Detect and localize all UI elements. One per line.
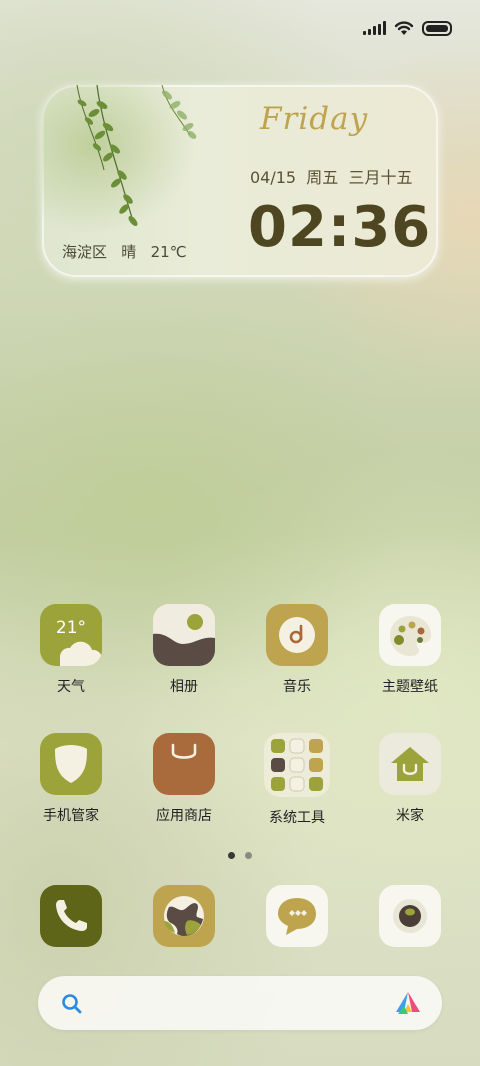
search-icon[interactable] <box>60 992 84 1016</box>
dock-camera[interactable] <box>360 885 460 947</box>
status-bar <box>363 20 452 36</box>
app-music[interactable]: 音乐 <box>247 604 347 696</box>
dock-phone[interactable] <box>21 885 121 947</box>
app-mihome[interactable]: 米家 <box>360 733 460 825</box>
app-label: 手机管家 <box>43 808 99 824</box>
page-dot <box>245 852 252 859</box>
music-icon <box>266 604 328 666</box>
app-label: 主题壁纸 <box>382 679 438 695</box>
browser-icon <box>153 885 215 947</box>
app-label: 系统工具 <box>269 810 325 826</box>
dock-browser[interactable] <box>134 885 234 947</box>
app-gallery[interactable]: 相册 <box>134 604 234 696</box>
app-label: 米家 <box>396 808 424 824</box>
phone-icon <box>40 885 102 947</box>
folder-icon <box>264 733 330 797</box>
weather-icon: 21° <box>40 604 102 666</box>
page-dot-active <box>228 852 235 859</box>
app-weather[interactable]: 21° 天气 <box>21 604 121 696</box>
app-store[interactable]: 应用商店 <box>134 733 234 825</box>
leaves-illustration <box>42 85 212 235</box>
shield-icon <box>40 733 102 795</box>
camera-icon <box>379 885 441 947</box>
app-label: 天气 <box>57 679 85 695</box>
gallery-icon <box>153 604 215 666</box>
date-label: 04/15 周五 三月十五 <box>250 168 413 187</box>
app-folder-tools[interactable]: 系统工具 <box>247 733 347 827</box>
store-bag-icon <box>153 733 215 795</box>
messages-icon <box>266 885 328 947</box>
palette-icon <box>379 604 441 666</box>
signal-icon <box>363 21 386 35</box>
weekday-label: Friday <box>260 101 369 137</box>
page-indicator <box>228 852 252 859</box>
search-bar[interactable] <box>38 976 442 1030</box>
app-security[interactable]: 手机管家 <box>21 733 121 825</box>
wifi-icon <box>394 21 414 35</box>
clock-time: 02:36 <box>248 195 432 260</box>
app-label: 应用商店 <box>156 808 212 824</box>
battery-icon <box>422 20 452 36</box>
dock-messages[interactable] <box>247 885 347 947</box>
app-themes[interactable]: 主题壁纸 <box>360 604 460 696</box>
weather-summary: 海淀区 晴 21℃ <box>62 243 187 261</box>
app-label: 音乐 <box>283 679 311 695</box>
assistant-icon[interactable] <box>394 990 422 1016</box>
clock-weather-widget[interactable]: Friday 04/15 周五 三月十五 02:36 海淀区 晴 21℃ <box>42 85 438 277</box>
home-icon <box>379 733 441 795</box>
app-label: 相册 <box>170 679 198 695</box>
